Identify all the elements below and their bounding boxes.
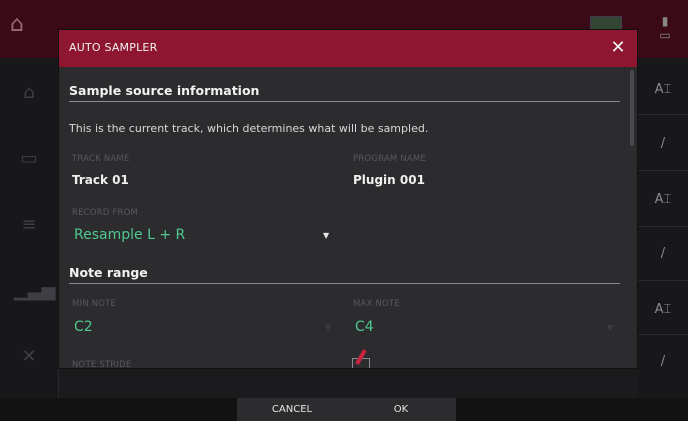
dropdown-arrow-icon[interactable]: ▼ bbox=[325, 323, 331, 332]
text-edit-icon[interactable]: A⌶ bbox=[650, 302, 676, 326]
dialog-title: AUTO SAMPLER bbox=[69, 41, 158, 54]
fx-icon[interactable]: ✕ bbox=[14, 346, 44, 376]
pencil-icon[interactable]: / bbox=[650, 354, 676, 378]
pencil-icon[interactable]: / bbox=[650, 246, 676, 270]
dialog-header: AUTO SAMPLER ✕ bbox=[59, 30, 637, 67]
min-note-label: MIN NOTE bbox=[72, 299, 117, 309]
bars-icon[interactable]: ▁▃▅ bbox=[14, 280, 56, 310]
divider bbox=[638, 226, 688, 227]
left-sidebar: ⌂ ▭ ≡ ▁▃▅ ✕ bbox=[0, 58, 59, 398]
home-icon[interactable]: ⌂ bbox=[10, 12, 46, 44]
option-checkbox[interactable] bbox=[352, 349, 370, 368]
track-name-value: Track 01 bbox=[72, 173, 129, 187]
max-note-label: MAX NOTE bbox=[353, 299, 400, 309]
source-section-heading: Sample source information bbox=[69, 83, 260, 98]
note-range-heading: Note range bbox=[69, 265, 148, 280]
divider bbox=[638, 114, 688, 115]
status-icons[interactable]: ▮ ▭ bbox=[652, 14, 678, 46]
cancel-button[interactable]: CANCEL bbox=[237, 398, 347, 421]
top-bar-background-info bbox=[66, 14, 566, 28]
note-stride-label: NOTE STRIDE bbox=[72, 360, 132, 368]
grid-view-icon[interactable]: ▭ bbox=[14, 148, 44, 178]
source-description: This is the current track, which determi… bbox=[69, 122, 429, 135]
pencil-icon[interactable]: / bbox=[650, 136, 676, 160]
divider bbox=[638, 334, 688, 335]
ok-button[interactable]: OK bbox=[346, 398, 456, 421]
home-nav-icon[interactable]: ⌂ bbox=[14, 82, 44, 112]
dropdown-arrow-icon[interactable]: ▼ bbox=[607, 323, 613, 332]
section-divider bbox=[69, 283, 620, 284]
record-from-label: RECORD FROM bbox=[72, 208, 139, 218]
program-name-value: Plugin 001 bbox=[353, 173, 425, 187]
close-icon[interactable]: ✕ bbox=[607, 36, 629, 60]
text-edit-icon[interactable]: A⌶ bbox=[650, 192, 676, 216]
record-from-select[interactable]: Resample L + R bbox=[74, 227, 185, 243]
divider bbox=[638, 280, 688, 281]
mixer-icon[interactable]: ≡ bbox=[14, 214, 44, 244]
divider bbox=[638, 170, 688, 171]
track-name-label: TRACK NAME bbox=[72, 154, 130, 164]
check-icon bbox=[355, 349, 367, 365]
section-divider bbox=[69, 101, 620, 102]
dropdown-arrow-icon[interactable]: ▼ bbox=[323, 231, 329, 240]
program-name-label: PROGRAM NAME bbox=[353, 154, 426, 164]
min-note-select[interactable]: C2 bbox=[74, 319, 93, 335]
right-sidebar: A⌶ / A⌶ / A⌶ / bbox=[638, 58, 688, 398]
max-note-select[interactable]: C4 bbox=[355, 319, 374, 335]
text-edit-icon[interactable]: A⌶ bbox=[650, 82, 676, 106]
scrollbar[interactable] bbox=[630, 70, 634, 146]
auto-sampler-dialog: AUTO SAMPLER ✕ Sample source information… bbox=[59, 30, 637, 368]
